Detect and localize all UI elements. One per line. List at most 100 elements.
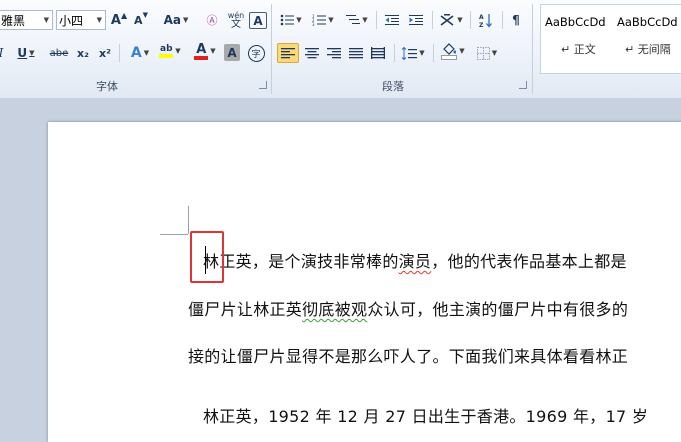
chinese-layout-button[interactable]: ▼: [437, 10, 465, 30]
multilevel-list-button[interactable]: ▼: [344, 10, 370, 30]
paragraph-group-label: 段落: [382, 80, 404, 93]
group-separator: [532, 4, 533, 94]
highlight-color-bar: [159, 54, 174, 58]
numbering-button[interactable]: 123 ▼: [311, 10, 335, 30]
bullets-icon: [280, 14, 295, 26]
svg-text:3: 3: [312, 22, 315, 26]
paint-bucket-icon: [443, 42, 457, 55]
chevron-down-icon: ▼: [175, 47, 181, 55]
paragraph-dialog-launcher-icon[interactable]: [519, 81, 527, 89]
style-no-spacing[interactable]: AaBbCcDd ↵ 无间隔: [613, 5, 681, 73]
increase-indent-icon: [409, 15, 423, 25]
decrease-indent-icon: [385, 15, 399, 25]
chevron-down-icon: ▼: [457, 16, 463, 24]
styles-gallery: AaBbCcDd ↵ 正文 AaBbCcDd ↵ 无间隔: [540, 4, 681, 74]
font-name-combo[interactable]: 雅黑 ▼: [0, 10, 53, 30]
chevron-down-icon: ▼: [328, 16, 334, 24]
underline-button[interactable]: U ▼: [14, 43, 38, 63]
document-page[interactable]: [48, 122, 681, 442]
sort-icon: AZ: [479, 13, 492, 28]
divider: [119, 44, 120, 62]
align-right-icon: [327, 48, 341, 59]
character-border-button[interactable]: A: [249, 12, 267, 29]
justify-icon: [349, 48, 363, 59]
chevron-down-icon: ▼: [491, 49, 498, 57]
text-line-2[interactable]: 僵尸片让林正英彻底被观众认可，他主演的僵尸片中有很多的: [188, 296, 628, 320]
text-line-4[interactable]: 林正英，1952 年 12 月 27 日出生于香港。1969 年，17 岁: [203, 403, 648, 427]
style-no-spacing-label: ↵ 无间隔: [625, 43, 671, 56]
spelling-error-span: 演员: [398, 252, 432, 271]
chevron-down-icon: ▼: [210, 47, 216, 55]
borders-icon: [476, 46, 490, 60]
enclose-characters-button[interactable]: 字: [246, 43, 266, 63]
grow-arrow-icon: ▲: [120, 11, 128, 20]
enclose-characters-icon: 字: [247, 44, 265, 62]
change-case-button[interactable]: Aa ▼: [162, 10, 190, 30]
grow-font-button[interactable]: A ▲: [110, 10, 128, 30]
margin-corner-mark: [188, 206, 189, 234]
text-line-1[interactable]: 林正英，是个演技非常棒的演员，他的代表作品基本上都是: [203, 248, 627, 272]
font-size-value: 小四: [59, 13, 84, 28]
divider: [432, 11, 433, 29]
font-dialog-launcher-icon[interactable]: [259, 81, 267, 89]
phonetic-guide-button[interactable]: wén 文: [226, 10, 246, 30]
shrink-font-button[interactable]: A ▼: [132, 10, 150, 30]
italic-button[interactable]: I: [0, 43, 8, 63]
align-center-button[interactable]: [302, 43, 322, 63]
text-line-3[interactable]: 接的让僵尸片显得不是那么吓人了。下面我们来具体看看林正: [188, 343, 628, 367]
strikethrough-button[interactable]: abe: [48, 43, 70, 63]
shading-button[interactable]: ▼: [438, 41, 468, 61]
numbering-icon: 123: [312, 14, 327, 26]
font-group-label: 字体: [96, 80, 118, 93]
distributed-icon: [371, 47, 385, 59]
clear-formatting-button[interactable]: Ⓐ: [202, 10, 222, 30]
margin-corner-mark: [160, 234, 188, 235]
divider: [502, 11, 503, 29]
font-color-button[interactable]: A ▼: [192, 41, 218, 61]
align-left-button[interactable]: [277, 43, 299, 63]
subscript-button[interactable]: x₂: [74, 43, 92, 63]
chevron-down-icon: ▼: [459, 47, 465, 55]
line-spacing-icon: [401, 46, 418, 60]
show-formatting-marks-button[interactable]: ¶: [508, 10, 524, 30]
clear-formatting-icon: Ⓐ: [206, 14, 218, 27]
annotation-highlight-box: [190, 231, 224, 283]
chevron-down-icon: ▼: [29, 49, 35, 57]
distributed-button[interactable]: [368, 43, 388, 63]
svg-text:Z: Z: [479, 22, 484, 28]
justify-button[interactable]: [346, 43, 366, 63]
group-separator: [271, 4, 272, 94]
chevron-down-icon[interactable]: ▼: [44, 16, 49, 24]
text-effects-button[interactable]: A ▼: [126, 43, 154, 63]
shading-color-bar: [441, 54, 458, 60]
bullets-button[interactable]: ▼: [279, 10, 303, 30]
highlight-color-button[interactable]: ab ▼: [156, 41, 184, 61]
character-shading-button[interactable]: A: [224, 44, 240, 61]
svg-text:A: A: [479, 14, 484, 21]
divider: [433, 44, 434, 62]
divider: [394, 44, 395, 62]
chevron-down-icon: ▼: [419, 49, 425, 57]
borders-button[interactable]: ▼: [472, 43, 502, 63]
phonetic-guide-icon: 文: [231, 19, 241, 30]
style-normal-sample: AaBbCcDd: [545, 15, 606, 29]
chevron-down-icon: ▼: [296, 16, 302, 24]
font-size-combo[interactable]: 小四 ▼: [56, 10, 106, 30]
increase-indent-button[interactable]: [406, 10, 426, 30]
italic-icon: I: [0, 46, 3, 60]
chevron-down-icon: ▼: [362, 16, 368, 24]
grammar-error-span: 彻底被观: [302, 300, 368, 319]
chevron-down-icon[interactable]: ▼: [97, 16, 102, 24]
style-no-spacing-sample: AaBbCcDd: [617, 15, 678, 29]
sort-button[interactable]: AZ: [476, 10, 496, 30]
divider: [470, 11, 471, 29]
paragraph-mark-icon: ¶: [512, 13, 520, 27]
superscript-button[interactable]: x²: [96, 43, 114, 63]
decrease-indent-button[interactable]: [382, 10, 402, 30]
chinese-layout-icon: [440, 13, 454, 26]
multilevel-list-icon: [346, 15, 361, 24]
style-normal[interactable]: AaBbCcDd ↵ 正文: [541, 5, 611, 73]
align-left-icon: [281, 48, 295, 59]
align-right-button[interactable]: [324, 43, 344, 63]
line-spacing-button[interactable]: ▼: [399, 43, 427, 63]
